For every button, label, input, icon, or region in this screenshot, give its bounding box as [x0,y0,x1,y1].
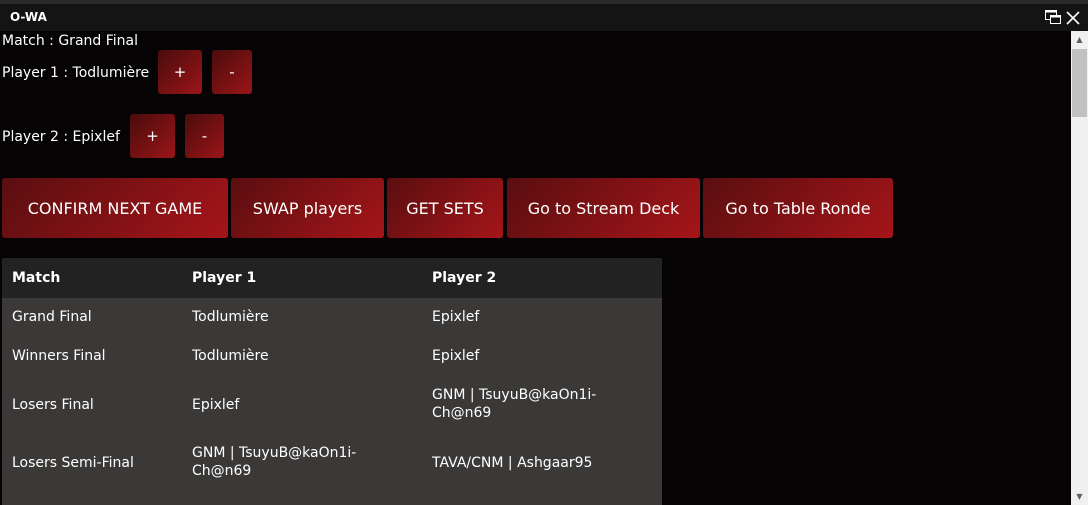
scroll-down-arrow-icon[interactable]: ▼ [1071,488,1088,505]
vertical-scrollbar[interactable]: ▲ ▼ [1071,31,1088,505]
header-player2: Player 2 [432,270,497,286]
cell-player2: GNM | TsuyuB@kaOn1i-Ch@n69 [432,387,597,421]
confirm-next-game-button[interactable]: CONFIRM NEXT GAME [2,178,228,238]
go-to-table-ronde-button[interactable]: Go to Table Ronde [703,178,893,238]
swap-players-button[interactable]: SWAP players [231,178,384,238]
cell-player1: GNM | TsuyuB@kaOn1i-Ch@n69 [192,445,357,479]
cell-player2: TAVA/CNM | Ashgaar95 [432,455,593,471]
scroll-up-arrow-icon[interactable]: ▲ [1071,31,1088,48]
cell-player1: Epixlef [192,397,240,413]
cell-match: Losers Semi-Final [12,455,134,471]
title-bar: O-WA [0,0,1088,31]
player2-minus-button[interactable]: - [185,114,224,158]
player1-minus-button[interactable]: - [212,50,252,94]
cell-player2: Epixlef [432,309,480,325]
cell-match: Grand Final [12,309,92,325]
table-header: Match Player 1 Player 2 [2,258,662,298]
match-label: Match : Grand Final [2,33,138,49]
player2-label: Player 2 : Epixlef [2,129,120,145]
player1-plus-button[interactable]: + [158,50,202,94]
cell-player1: Todlumière [192,348,269,364]
get-sets-button[interactable]: GET SETS [387,178,503,238]
scrollbar-thumb[interactable] [1072,49,1087,117]
go-to-stream-deck-button[interactable]: Go to Stream Deck [507,178,700,238]
app-window: O-WA Match : Grand Final Player 1 : Todl… [0,0,1088,505]
cell-player2: Epixlef [432,348,480,364]
restore-icon[interactable] [1045,10,1061,24]
cell-player1: Todlumière [192,309,269,325]
player1-label: Player 1 : Todlumière [2,65,150,81]
main-content: Match : Grand Final Player 1 : Todlumièr… [0,31,1071,505]
header-player1: Player 1 [192,270,257,286]
player2-plus-button[interactable]: + [130,114,175,158]
cell-match: Winners Final [12,348,106,364]
cell-match: Losers Final [12,397,94,413]
window-title: O-WA [10,10,47,24]
header-match: Match [12,270,61,286]
close-icon[interactable] [1066,11,1080,25]
matches-table: Match Player 1 Player 2 Grand Final Todl… [2,258,662,505]
